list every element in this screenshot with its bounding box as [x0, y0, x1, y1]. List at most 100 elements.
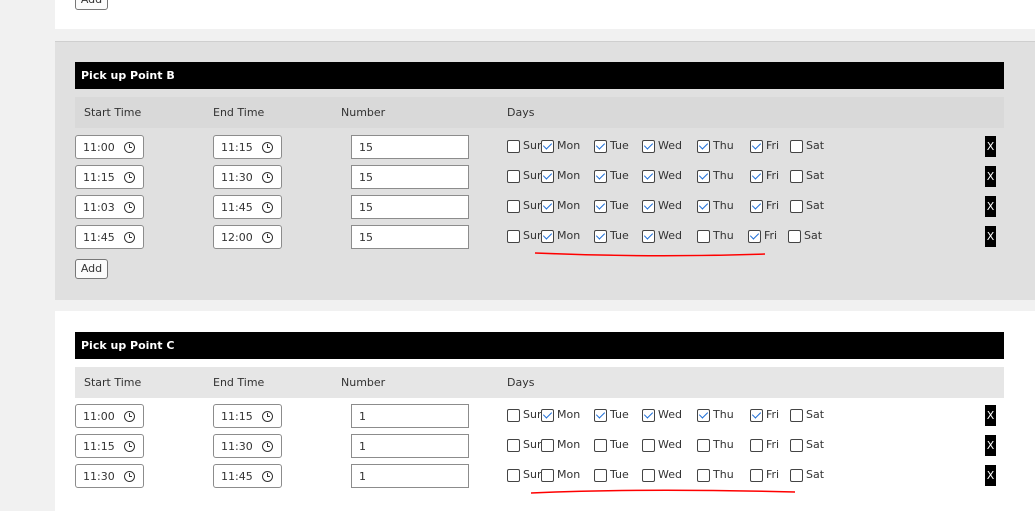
checkbox[interactable]	[642, 170, 655, 183]
checkbox[interactable]	[750, 200, 763, 213]
delete-row-button[interactable]: X	[985, 226, 996, 247]
checkbox[interactable]	[594, 200, 607, 213]
number-input[interactable]: 1	[351, 434, 469, 458]
checkbox[interactable]	[594, 170, 607, 183]
delete-row-button[interactable]: X	[985, 166, 996, 187]
checkbox[interactable]	[594, 409, 607, 422]
checkbox[interactable]	[541, 140, 554, 153]
checkbox[interactable]	[541, 409, 554, 422]
clock-icon[interactable]	[262, 471, 273, 482]
checkbox[interactable]	[541, 469, 554, 482]
start-time-input[interactable]: 11:00	[75, 404, 144, 428]
checkbox[interactable]	[750, 469, 763, 482]
number-input[interactable]: 15	[351, 225, 469, 249]
checkbox[interactable]	[790, 469, 803, 482]
start-time-input[interactable]: 11:45	[75, 225, 144, 249]
delete-row-button[interactable]: X	[985, 435, 996, 456]
clock-icon[interactable]	[262, 202, 273, 213]
number-input[interactable]: 1	[351, 464, 469, 488]
clock-icon[interactable]	[124, 172, 135, 183]
checkbox[interactable]	[507, 140, 520, 153]
checkbox[interactable]	[541, 230, 554, 243]
checkbox[interactable]	[790, 170, 803, 183]
number-input[interactable]: 1	[351, 404, 469, 428]
add-row-button[interactable]: Add	[75, 259, 108, 279]
delete-row-button[interactable]: X	[985, 405, 996, 426]
day-label: Thu	[713, 169, 734, 182]
end-time-input[interactable]: 11:15	[213, 404, 282, 428]
clock-icon[interactable]	[124, 411, 135, 422]
checkbox[interactable]	[788, 230, 801, 243]
start-time-input[interactable]: 11:15	[75, 434, 144, 458]
checkbox[interactable]	[748, 230, 761, 243]
delete-row-button[interactable]: X	[985, 196, 996, 217]
checkbox[interactable]	[594, 230, 607, 243]
checkbox[interactable]	[507, 200, 520, 213]
clock-icon[interactable]	[124, 471, 135, 482]
checkbox[interactable]	[594, 439, 607, 452]
add-button-top[interactable]: Add	[75, 0, 108, 10]
number-input[interactable]: 15	[351, 165, 469, 189]
number-input[interactable]: 15	[351, 135, 469, 159]
clock-icon[interactable]	[124, 232, 135, 243]
clock-icon[interactable]	[262, 142, 273, 153]
clock-icon[interactable]	[124, 142, 135, 153]
checkbox[interactable]	[541, 200, 554, 213]
start-time-input[interactable]: 11:30	[75, 464, 144, 488]
number-value: 1	[359, 440, 366, 453]
checkbox[interactable]	[697, 469, 710, 482]
end-time-input[interactable]: 11:30	[213, 165, 282, 189]
checkbox[interactable]	[697, 200, 710, 213]
delete-row-button[interactable]: X	[985, 136, 996, 157]
checkbox[interactable]	[594, 140, 607, 153]
start-time-input-value: 11:00	[83, 410, 115, 423]
checkbox[interactable]	[697, 409, 710, 422]
checkbox[interactable]	[541, 170, 554, 183]
checkbox[interactable]	[541, 439, 554, 452]
end-time-input[interactable]: 11:30	[213, 434, 282, 458]
number-header: Number	[341, 376, 386, 389]
checkbox[interactable]	[697, 140, 710, 153]
checkbox[interactable]	[790, 200, 803, 213]
end-time-input-value: 11:30	[221, 171, 253, 184]
checkbox[interactable]	[697, 230, 710, 243]
checkbox[interactable]	[697, 439, 710, 452]
start-time-input[interactable]: 11:00	[75, 135, 144, 159]
checkbox[interactable]	[750, 170, 763, 183]
checkbox[interactable]	[642, 409, 655, 422]
checkbox[interactable]	[507, 230, 520, 243]
number-input[interactable]: 15	[351, 195, 469, 219]
checkbox[interactable]	[750, 409, 763, 422]
checkbox[interactable]	[642, 469, 655, 482]
clock-icon[interactable]	[124, 441, 135, 452]
checkbox[interactable]	[594, 469, 607, 482]
number-header: Number	[341, 106, 386, 119]
start-time-input[interactable]: 11:03	[75, 195, 144, 219]
checkbox[interactable]	[507, 469, 520, 482]
checkbox[interactable]	[642, 200, 655, 213]
clock-icon[interactable]	[124, 202, 135, 213]
checkbox[interactable]	[507, 170, 520, 183]
clock-icon[interactable]	[262, 411, 273, 422]
checkbox[interactable]	[790, 409, 803, 422]
end-time-input[interactable]: 11:45	[213, 464, 282, 488]
checkbox[interactable]	[750, 140, 763, 153]
checkbox[interactable]	[642, 140, 655, 153]
end-time-input[interactable]: 12:00	[213, 225, 282, 249]
end-time-input[interactable]: 11:15	[213, 135, 282, 159]
checkbox[interactable]	[642, 439, 655, 452]
checkbox[interactable]	[507, 439, 520, 452]
checkbox[interactable]	[790, 439, 803, 452]
start-time-input[interactable]: 11:15	[75, 165, 144, 189]
day-label: Wed	[658, 408, 682, 421]
delete-row-button[interactable]: X	[985, 465, 996, 486]
checkbox[interactable]	[790, 140, 803, 153]
checkbox[interactable]	[750, 439, 763, 452]
clock-icon[interactable]	[262, 172, 273, 183]
checkbox[interactable]	[642, 230, 655, 243]
clock-icon[interactable]	[262, 232, 273, 243]
end-time-input[interactable]: 11:45	[213, 195, 282, 219]
clock-icon[interactable]	[262, 441, 273, 452]
checkbox[interactable]	[697, 170, 710, 183]
checkbox[interactable]	[507, 409, 520, 422]
